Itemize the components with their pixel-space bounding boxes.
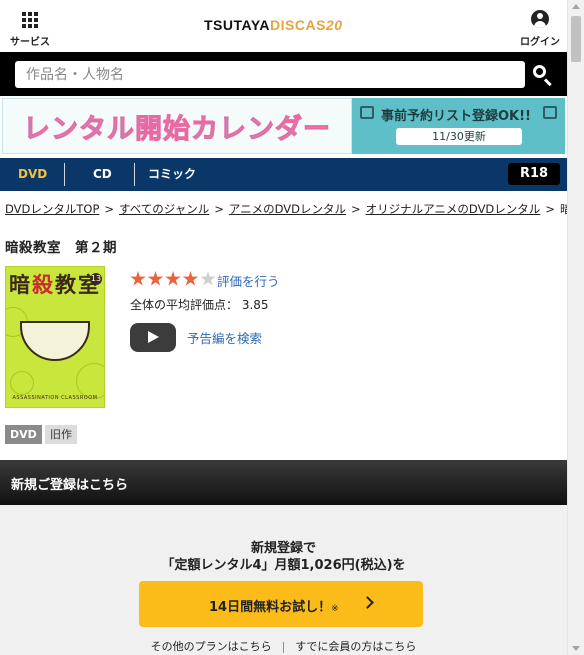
breadcrumb-separator: > — [545, 202, 555, 216]
cta-label: 14日間無料お試し！ — [209, 600, 332, 615]
release-calendar-banner[interactable]: レンタル開始カレンダー 事前予約リスト登録OK!! 11/30更新 — [2, 98, 565, 154]
cover-volume: 13 — [90, 273, 102, 285]
site-header: サービス TSUTAYADISCAS20 ログイン — [0, 0, 567, 52]
star-icon — [182, 271, 199, 286]
product-cover-image[interactable]: 暗殺教室 13 ASSASSINATION CLASSROOM — [5, 266, 105, 408]
cover-pattern — [10, 371, 34, 395]
category-nav: DVD CD コミック R18 — [0, 158, 567, 191]
banner-message: 事前予約リスト登録OK!! — [381, 109, 531, 124]
search-bar — [0, 52, 567, 96]
rating-stars — [130, 271, 218, 287]
breadcrumb-link[interactable]: すべてのジャンル — [119, 202, 209, 216]
login-label: ログイン — [520, 37, 560, 48]
scroll-up-icon[interactable] — [572, 4, 580, 9]
registration-promo: 新規登録で 「定額レンタル4」月額1,026円(税込)を 14日間無料お試し！※… — [0, 505, 567, 655]
promo-line-2: 「定額レンタル4」月額1,026円(税込)を — [161, 558, 406, 573]
star-icon — [200, 271, 216, 286]
play-icon — [148, 331, 159, 343]
search-input[interactable] — [15, 61, 525, 88]
search-button[interactable] — [530, 62, 556, 88]
average-rating: 全体の平均評価点： 3.85 — [130, 296, 269, 313]
scrollbar-thumb[interactable] — [571, 16, 581, 62]
services-menu-button[interactable]: サービス — [10, 12, 50, 48]
cover-title: 暗殺教室 — [9, 273, 101, 297]
breadcrumb-current: 暗殺 — [559, 202, 567, 216]
nav-divider — [64, 163, 65, 186]
tab-cd[interactable]: CD — [93, 158, 112, 191]
services-label: サービス — [10, 37, 50, 48]
promo-links: その他のプランはこちら | すでに会員の方はこちら — [150, 640, 417, 653]
cover-subtitle: ASSASSINATION CLASSROOM — [12, 395, 98, 401]
member-login-link[interactable]: すでに会員の方はこちら — [295, 640, 416, 653]
login-button[interactable]: ログイン — [520, 10, 560, 48]
breadcrumb-link[interactable]: アニメのDVDレンタル — [229, 202, 346, 216]
logo-text-discas: DISCAS — [270, 17, 326, 33]
avg-label: 全体の平均評価点： — [130, 298, 239, 312]
breadcrumb-link[interactable]: オリジナルアニメのDVDレンタル — [366, 202, 541, 216]
chevron-right-icon — [361, 596, 374, 609]
logo-text-20th: 20 — [325, 17, 343, 33]
tab-dvd[interactable]: DVD — [18, 158, 47, 191]
star-icon — [130, 271, 146, 286]
tab-comic[interactable]: コミック — [148, 158, 196, 191]
scroll-down-icon[interactable] — [572, 646, 580, 651]
other-plans-link[interactable]: その他のプランはこちら — [151, 640, 272, 653]
banner-title: レンタル開始カレンダー — [23, 113, 331, 145]
format-badge: DVD — [5, 425, 42, 444]
trailer-search-link[interactable]: 予告編を検索 — [187, 328, 262, 347]
banner-right: 事前予約リスト登録OK!! 11/30更新 — [352, 98, 565, 154]
cta-note: ※ — [331, 604, 339, 614]
breadcrumb-separator: > — [214, 202, 224, 216]
calendar-icon — [543, 106, 557, 119]
logo-text-tsutaya: TSUTAYA — [204, 17, 271, 33]
banner-left: レンタル開始カレンダー — [2, 98, 352, 154]
avg-value: 3.85 — [241, 298, 269, 312]
calendar-icon — [360, 106, 374, 119]
site-logo[interactable]: TSUTAYADISCAS20 — [204, 17, 343, 33]
search-icon — [533, 65, 546, 78]
trailer-play-button[interactable] — [130, 323, 176, 352]
breadcrumb-separator: > — [351, 202, 361, 216]
r18-button[interactable]: R18 — [508, 163, 560, 185]
cover-pattern — [76, 363, 104, 399]
nav-divider — [134, 163, 135, 186]
star-icon — [147, 271, 164, 286]
registration-title: 新規ご登録はこちら — [11, 478, 129, 493]
banner-update-date: 11/30更新 — [396, 128, 522, 145]
breadcrumb-separator: > — [104, 202, 115, 216]
free-trial-button[interactable]: 14日間無料お試し！※ — [139, 581, 423, 627]
grid-icon — [22, 12, 38, 28]
rate-link[interactable]: 評価を行う — [217, 271, 280, 290]
breadcrumb: DVDレンタルTOP > すべてのジャンル > アニメのDVDレンタル > オリジナルアニメ… — [5, 201, 567, 217]
status-badge: 旧作 — [45, 425, 77, 444]
page-title: 暗殺教室 第２期 — [5, 240, 117, 256]
user-icon — [531, 10, 549, 28]
registration-bar: 新規ご登録はこちら — [0, 460, 567, 505]
star-icon — [165, 271, 181, 286]
vertical-scrollbar[interactable] — [567, 0, 584, 655]
breadcrumb-link[interactable]: DVDレンタルTOP — [5, 202, 99, 216]
cover-smile — [20, 321, 90, 361]
page: サービス TSUTAYADISCAS20 ログイン レンタル開始カレンダー 事前… — [0, 0, 567, 655]
